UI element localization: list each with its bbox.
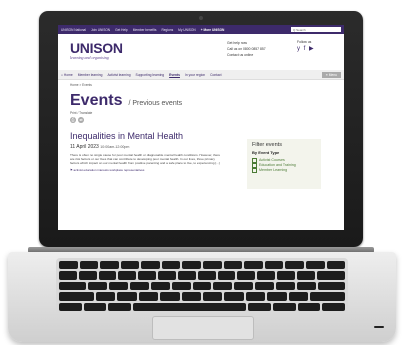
power-led (374, 326, 384, 328)
follow-block: Follow us y f ▶ (297, 40, 315, 52)
nav-member-learning[interactable]: Member learning (78, 73, 103, 77)
topbar-link-national[interactable]: UNISON National (61, 28, 86, 32)
screen: UNISON National Join UNISON Get Help Mem… (58, 25, 344, 230)
event-description: There is often no single cause for poor … (70, 153, 221, 165)
keyboard (56, 258, 348, 314)
contact-block: Get help now Call us on 0800 0857 857 Co… (227, 40, 266, 58)
topbar-link-regions[interactable]: Regions (161, 28, 173, 32)
nav-in-your-region[interactable]: In your region (185, 73, 205, 77)
tag-list[interactable]: activist education interests workplace r… (74, 168, 145, 172)
follow-label: Follow us (297, 40, 312, 44)
laptop-base (8, 252, 396, 342)
social-icons[interactable]: y f ▶ (297, 45, 315, 52)
page-title: Events (70, 92, 123, 109)
filter-panel: Filter events By Event Type Activist Cou… (247, 139, 321, 189)
filter-subtitle: By Event Type (252, 150, 280, 155)
event-title[interactable]: Inequalities in Mental Health (70, 131, 225, 141)
nav-home[interactable]: ⌂ Home (61, 73, 73, 77)
nav-activist-learning[interactable]: Activist learning (107, 73, 130, 77)
topbar-link-my-unison[interactable]: My UNISON (178, 28, 196, 32)
breadcrumb[interactable]: Home > Events (58, 80, 344, 90)
event-item: Inequalities in Mental Health 11 April 2… (70, 131, 225, 172)
nav-contact[interactable]: Contact (210, 73, 221, 77)
main-nav: ⌂ Home Member learning Activist learning… (58, 70, 344, 80)
contact-online-link[interactable]: Contact us online (227, 52, 266, 58)
filter-title: Filter events (252, 142, 282, 148)
topbar-link-help[interactable]: Get Help (115, 28, 128, 32)
event-date: 11 April 2023 (70, 144, 99, 150)
site-header: UNISON learning and organising Get help … (58, 34, 344, 70)
event-tags: ⚑ activist education interests workplace… (70, 168, 225, 172)
trackpad (152, 316, 254, 340)
event-time: 10:00am-12:00pm (100, 145, 130, 149)
topbar-link-benefits[interactable]: Member benefits (133, 28, 157, 32)
logo-wordmark: UNISON (70, 40, 123, 56)
nav-supporting-learning[interactable]: Supporting learning (136, 73, 165, 77)
more-unison-button[interactable]: + More UNISON (201, 28, 225, 32)
nav-events[interactable]: Events (169, 73, 180, 77)
event-date-row: 11 April 2023 10:00am-12:00pm (70, 144, 225, 150)
filter-option-member-learning[interactable]: Member Learning (252, 168, 316, 173)
share-buttons: ⎙ ⇄ (58, 116, 344, 124)
translate-icon[interactable]: ⇄ (78, 117, 84, 123)
top-bar: UNISON National Join UNISON Get Help Mem… (58, 25, 344, 34)
menu-button[interactable]: ≡ Menu (321, 71, 341, 78)
filter-option-label: Member Learning (259, 168, 288, 172)
topbar-link-join[interactable]: Join UNISON (91, 28, 110, 32)
checkbox-icon[interactable] (252, 168, 257, 173)
print-icon[interactable]: ⎙ (70, 117, 76, 123)
page-heading: Events / Previous events (58, 90, 344, 110)
page-subtitle: / Previous events (128, 100, 183, 107)
webcam-icon (199, 16, 203, 20)
search-input[interactable]: Q Search (291, 27, 341, 32)
unison-logo[interactable]: UNISON learning and organising (70, 40, 123, 60)
